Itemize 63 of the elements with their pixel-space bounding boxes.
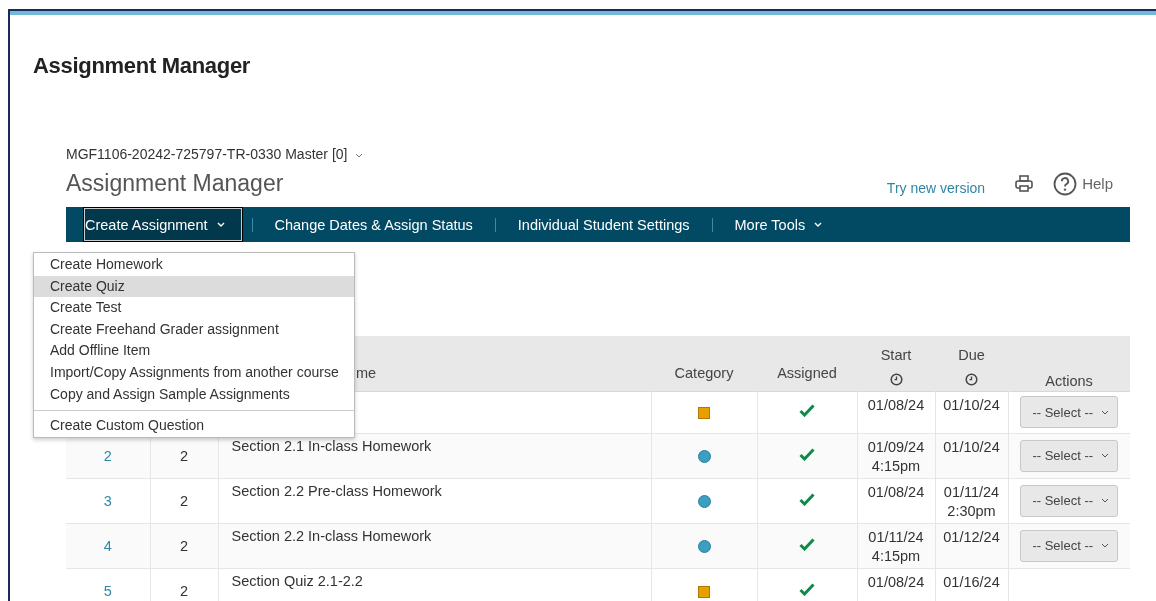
due-date: 01/10/24 [942, 395, 1001, 415]
assignment-number-link[interactable]: 2 [103, 447, 112, 464]
chevron-down-icon [814, 222, 823, 227]
try-new-version-link[interactable]: Try new version [886, 179, 986, 196]
clock-icon [965, 372, 978, 386]
chevron-down-icon [1101, 453, 1110, 458]
due-date: 01/16/24 [942, 572, 1001, 592]
chevron-down-icon [216, 222, 225, 227]
actions-select[interactable]: -- Select -- [1020, 439, 1119, 472]
chapter-cell: 2 [179, 492, 189, 509]
assignment-name: Section Quiz 2.1-2.2 [231, 572, 363, 589]
menu-item[interactable]: Import/Copy Assignments from another course [34, 361, 354, 384]
start-date: 01/11/24 [867, 527, 925, 547]
due-date: 01/10/24 [942, 437, 1001, 457]
nav-menu-item[interactable]: Individual Student Settings [505, 208, 702, 241]
nav-menu-item[interactable]: Change Dates & Assign Status [262, 208, 485, 241]
page-heading: Assignment Manager [66, 170, 284, 197]
nav-menu-item[interactable]: More Tools [722, 208, 835, 241]
menu-item[interactable]: Create Freehand Grader assignment [34, 318, 354, 341]
print-icon[interactable] [1015, 175, 1034, 192]
assignment-number-link[interactable]: 5 [103, 582, 112, 599]
nav-menu-item[interactable]: Create Assignment [84, 208, 242, 241]
column-header: me [356, 364, 377, 381]
column-header: Due [957, 346, 986, 363]
assignment-name: Section 2.2 Pre-class Homework [231, 482, 442, 499]
menu-item[interactable]: Add Offline Item [34, 340, 354, 362]
column-header: Start [879, 346, 913, 363]
page-title: Assignment Manager [33, 53, 252, 79]
chevron-down-icon [1101, 543, 1110, 548]
due-date: 2:30pm [946, 501, 997, 521]
menu-item[interactable]: Create Custom Question [34, 415, 354, 437]
course-selector[interactable]: MGF1106-20242-725797-TR-0330 Master [0] [66, 146, 364, 162]
column-header: Actions [1045, 372, 1093, 389]
chevron-down-icon [355, 153, 364, 158]
due-date: 01/11/24 [942, 482, 1001, 502]
chapter-cell: 2 [179, 447, 189, 464]
column-header: Category [674, 364, 734, 381]
chevron-down-icon [1101, 498, 1110, 503]
assignment-name: Section 2.2 In-class Homework [231, 527, 432, 544]
help-icon [1053, 171, 1078, 196]
assignment-name: Section 2.1 In-class Homework [231, 437, 432, 454]
menu-item[interactable]: Create Homework [34, 254, 354, 276]
start-date: 01/08/24 [866, 482, 926, 502]
menu-item[interactable]: Create Quiz [34, 275, 354, 298]
column-header: Assigned [777, 364, 837, 381]
chapter-cell: 2 [179, 582, 189, 599]
chevron-down-icon [1101, 409, 1110, 415]
start-date: 01/08/24 [866, 395, 926, 415]
menu-item[interactable]: Create Test [34, 297, 354, 319]
start-date: 01/08/24 [866, 572, 926, 592]
chapter-cell: 2 [179, 537, 189, 554]
assignment-number-link[interactable]: 3 [103, 492, 112, 509]
start-date: 4:15pm [870, 546, 922, 566]
start-date: 4:15pm [870, 456, 922, 476]
actions-select[interactable]: -- Select -- [1020, 484, 1119, 517]
start-date: 01/09/24 [866, 437, 926, 457]
clock-icon [889, 372, 903, 386]
menu-item[interactable]: Copy and Assign Sample Assignments [34, 383, 354, 406]
help-button[interactable]: Help [1053, 171, 1113, 196]
due-date: 01/12/24 [942, 527, 1001, 547]
actions-select[interactable]: -- Select -- [1020, 396, 1119, 428]
assignment-number-link[interactable]: 4 [103, 537, 112, 554]
actions-select[interactable]: -- Select -- [1020, 529, 1119, 562]
